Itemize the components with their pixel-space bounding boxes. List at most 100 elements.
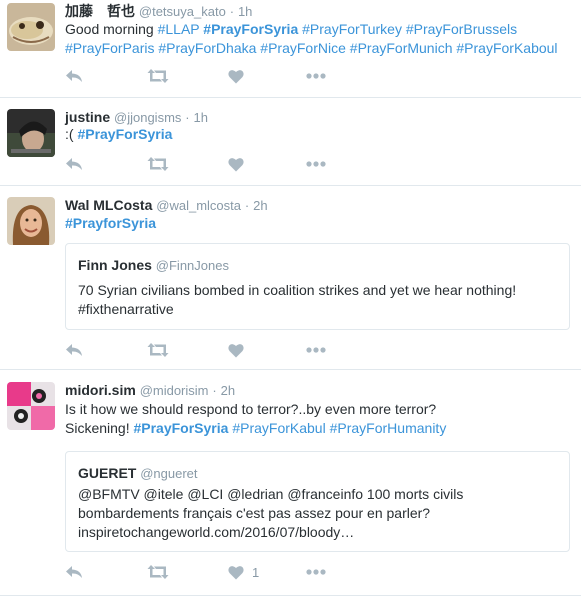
quoted-tweet-header: GUERET @ngueret (78, 464, 198, 483)
separator-dot: · (244, 198, 250, 213)
quoted-display-name: Finn Jones (78, 257, 152, 273)
reply-icon (65, 564, 83, 580)
text-segment: Good morning (65, 21, 158, 37)
more-button[interactable] (306, 562, 326, 582)
tweet-text-line: #PrayforSyria (65, 214, 156, 233)
action-bar (65, 154, 365, 174)
retweet-icon (147, 564, 169, 580)
reply-button[interactable] (65, 66, 83, 86)
hashtag-link[interactable]: #PrayforSyria (65, 215, 156, 231)
reply-icon (65, 68, 83, 84)
hashtag-link[interactable]: #PrayForSyria (133, 420, 228, 436)
separator-dot: · (229, 4, 235, 19)
retweet-icon (147, 156, 169, 172)
more-icon (306, 569, 326, 575)
reply-icon (65, 342, 83, 358)
hashtag-link[interactable]: #PrayForSyria (77, 126, 172, 142)
avatar[interactable] (7, 3, 55, 51)
avatar[interactable] (7, 382, 55, 430)
display-name[interactable]: justine (65, 109, 110, 125)
tweet[interactable]: Wal MLCosta @wal_mlcosta · 2h #PrayforSy… (0, 186, 581, 370)
timestamp[interactable]: 1h (194, 110, 208, 125)
separator-dot: · (212, 383, 217, 398)
quoted-username: @FinnJones (155, 258, 229, 273)
hashtag-link[interactable]: #PrayForNice (260, 40, 346, 56)
quoted-tweet-text-line: #fixthenarrative (78, 301, 174, 317)
like-button[interactable] (228, 66, 244, 86)
tweet-text-line: Sickening! #PrayForSyria #PrayForKabul #… (65, 419, 446, 438)
more-button[interactable] (306, 154, 326, 174)
quoted-username: @ngueret (140, 466, 198, 481)
reply-button[interactable] (65, 562, 83, 582)
tweet-header: 加藤 哲也 @tetsuya_kato · 1h (65, 2, 252, 21)
retweet-button[interactable] (147, 562, 169, 582)
tweet-header: midori.sim @midorisim · 2h (65, 381, 235, 400)
timestamp[interactable]: 2h (253, 198, 267, 213)
hashtag-link[interactable]: #PrayForMunich (350, 40, 453, 56)
like-icon (228, 69, 244, 84)
hashtag-link[interactable]: #PrayForHumanity (330, 420, 447, 436)
text-segment: Is it how we should respond to terror?..… (65, 401, 437, 417)
like-button[interactable] (228, 154, 244, 174)
more-icon (306, 347, 326, 353)
tweet-text: #PrayforSyria (65, 214, 156, 233)
action-bar: 1 (65, 562, 365, 582)
quoted-tweet[interactable]: GUERET @ngueret @BFMTV @itele @LCI @ledr… (65, 451, 570, 552)
quoted-tweet-header: Finn Jones @FinnJones (78, 256, 229, 275)
action-bar (65, 340, 365, 360)
tweet-text-line: :( #PrayForSyria (65, 125, 172, 144)
action-bar (65, 66, 365, 86)
display-name[interactable]: 加藤 哲也 (65, 3, 135, 19)
tweet[interactable]: midori.sim @midorisim · 2h Is it how we … (0, 370, 581, 596)
username[interactable]: @wal_mlcosta (156, 198, 241, 213)
separator-dot: · (185, 110, 190, 125)
avatar[interactable] (7, 109, 55, 157)
tweet-text: Good morning #LLAP #PrayForSyria #PrayFo… (65, 20, 558, 58)
hashtag-link[interactable]: #PrayForBrussels (406, 21, 517, 37)
display-name[interactable]: midori.sim (65, 382, 136, 398)
like-icon (228, 343, 244, 358)
username[interactable]: @midorisim (140, 383, 209, 398)
tweet-text-line: #PrayForParis #PrayForDhaka #PrayForNice… (65, 39, 558, 58)
like-button[interactable] (228, 340, 244, 360)
hashtag-link[interactable]: #PrayForSyria (203, 21, 298, 37)
like-button[interactable]: 1 (228, 562, 259, 582)
hashtag-link[interactable]: #PrayForParis (65, 40, 154, 56)
hashtag-link[interactable]: #PrayForTurkey (302, 21, 402, 37)
retweet-icon (147, 68, 169, 84)
username[interactable]: @jjongisms (114, 110, 181, 125)
avatar[interactable] (7, 197, 55, 245)
quoted-tweet-text-line: @BFMTV @itele @LCI @ledrian @franceinfo … (78, 486, 464, 502)
tweet-text: :( #PrayForSyria (65, 125, 172, 144)
tweet-text-line: Good morning #LLAP #PrayForSyria #PrayFo… (65, 20, 558, 39)
tweet[interactable]: 加藤 哲也 @tetsuya_kato · 1h Good morning #L… (0, 0, 581, 98)
username[interactable]: @tetsuya_kato (139, 4, 226, 19)
retweet-button[interactable] (147, 340, 169, 360)
quoted-tweet[interactable]: Finn Jones @FinnJones 70 Syrian civilian… (65, 243, 570, 330)
reply-icon (65, 156, 83, 172)
timestamp[interactable]: 2h (221, 383, 235, 398)
tweet[interactable]: justine @jjongisms · 1h :( #PrayForSyria (0, 98, 581, 186)
tweet-header: Wal MLCosta @wal_mlcosta · 2h (65, 196, 268, 215)
text-segment: Sickening! (65, 420, 134, 436)
timestamp[interactable]: 1h (238, 4, 252, 19)
reply-button[interactable] (65, 154, 83, 174)
more-icon (306, 73, 326, 79)
retweet-button[interactable] (147, 66, 169, 86)
quoted-display-name: GUERET (78, 465, 137, 481)
hashtag-link[interactable]: #PrayForKabul (232, 420, 325, 436)
reply-button[interactable] (65, 340, 83, 360)
more-button[interactable] (306, 340, 326, 360)
like-count: 1 (252, 564, 260, 580)
hashtag-link[interactable]: #LLAP (158, 21, 200, 37)
quoted-tweet-text-line: inspiretochangeworld.com/2016/07/bloody… (78, 524, 355, 540)
like-icon (228, 565, 244, 580)
more-button[interactable] (306, 66, 326, 86)
retweet-button[interactable] (147, 154, 169, 174)
hashtag-link[interactable]: #PrayForKaboul (456, 40, 557, 56)
more-icon (306, 161, 326, 167)
quoted-tweet-text-line: bombardements français c'est pas assez p… (78, 505, 431, 521)
display-name[interactable]: Wal MLCosta (65, 197, 152, 213)
hashtag-link[interactable]: #PrayForDhaka (158, 40, 256, 56)
quoted-tweet-text-line: 70 Syrian civilians bombed in coalition … (78, 282, 517, 298)
